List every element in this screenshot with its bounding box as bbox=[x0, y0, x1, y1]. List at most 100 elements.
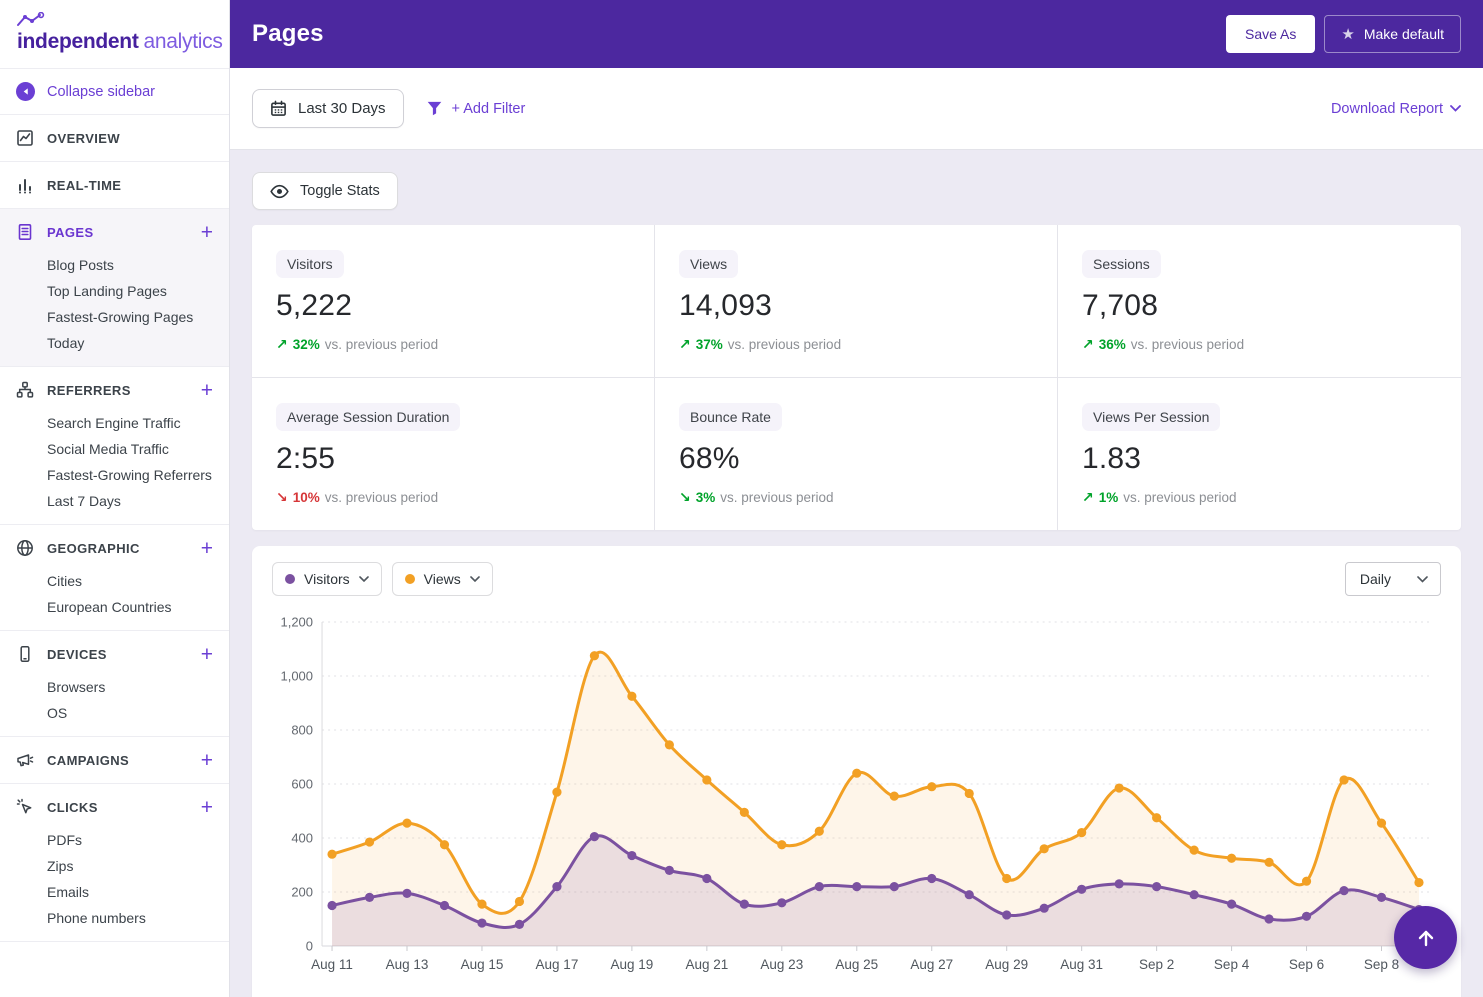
trend-percent: 10% bbox=[292, 490, 320, 505]
pages-icon bbox=[16, 223, 34, 241]
clicks-subitems: PDFs Zips Emails Phone numbers bbox=[0, 830, 229, 941]
views-metric-dropdown[interactable]: Views bbox=[391, 562, 493, 596]
save-as-button[interactable]: Save As bbox=[1226, 15, 1316, 53]
visitors-data-point bbox=[402, 888, 412, 898]
trend-percent: 37% bbox=[695, 337, 723, 352]
add-referrers-report-button[interactable]: + bbox=[201, 380, 213, 401]
sidebar-item-last-7-days[interactable]: Last 7 Days bbox=[47, 493, 213, 509]
sidebar-item-top-landing-pages[interactable]: Top Landing Pages bbox=[47, 283, 213, 299]
sidebar-item-realtime[interactable]: REAL-TIME bbox=[0, 162, 229, 208]
add-filter-button[interactable]: + Add Filter bbox=[426, 100, 526, 117]
sidebar-item-search-engine-traffic[interactable]: Search Engine Traffic bbox=[47, 415, 213, 431]
stat-change: ↗ 37% vs. previous period bbox=[679, 336, 1033, 353]
add-devices-report-button[interactable]: + bbox=[201, 644, 213, 665]
trend-percent: 32% bbox=[292, 337, 320, 352]
sidebar-item-cities[interactable]: Cities bbox=[47, 573, 213, 589]
make-default-label: Make default bbox=[1363, 26, 1444, 42]
views-data-point bbox=[627, 691, 637, 701]
add-pages-report-button[interactable]: + bbox=[201, 222, 213, 243]
date-range-button[interactable]: Last 30 Days bbox=[252, 89, 404, 128]
chart-svg: 02004006008001,0001,200Aug 11 Aug 13 Aug 1… bbox=[280, 615, 1431, 972]
views-data-point bbox=[814, 826, 824, 836]
sidebar-item-label: REFERRERS bbox=[47, 382, 131, 398]
toggle-stats-label: Toggle Stats bbox=[300, 183, 380, 199]
views-data-point bbox=[852, 768, 862, 778]
svg-text:800: 800 bbox=[291, 723, 313, 738]
sidebar: independent analytics Collapse sidebar O… bbox=[0, 0, 230, 997]
toggle-stats-button[interactable]: Toggle Stats bbox=[252, 172, 398, 210]
svg-text:Aug 11: Aug 11 bbox=[311, 957, 353, 972]
sidebar-item-zips[interactable]: Zips bbox=[47, 858, 213, 874]
download-report-button[interactable]: Download Report bbox=[1331, 101, 1461, 117]
sidebar-item-emails[interactable]: Emails bbox=[47, 884, 213, 900]
sidebar-item-phone-numbers[interactable]: Phone numbers bbox=[47, 910, 213, 926]
stat-card-avg-session-duration: Average Session Duration 2:55 ↘ 10% vs. … bbox=[252, 378, 655, 530]
add-campaigns-report-button[interactable]: + bbox=[201, 750, 213, 771]
svg-text:Aug 21: Aug 21 bbox=[685, 957, 728, 972]
sidebar-item-social-media-traffic[interactable]: Social Media Traffic bbox=[47, 441, 213, 457]
sidebar-item-today[interactable]: Today bbox=[47, 335, 213, 351]
stat-card-views: Views 14,093 ↗ 37% vs. previous period bbox=[655, 225, 1058, 378]
trend-percent: 36% bbox=[1098, 337, 1126, 352]
svg-text:Aug 27: Aug 27 bbox=[910, 957, 953, 972]
visitors-data-point bbox=[477, 918, 487, 928]
sidebar-item-fastest-growing-referrers[interactable]: Fastest-Growing Referrers bbox=[47, 467, 213, 483]
stats-grid: Visitors 5,222 ↗ 32% vs. previous period… bbox=[252, 225, 1461, 530]
main-panel: Pages Save As ★ Make default Last 30 Day… bbox=[230, 0, 1483, 997]
make-default-button[interactable]: ★ Make default bbox=[1324, 15, 1461, 53]
sidebar-item-blog-posts[interactable]: Blog Posts bbox=[47, 257, 213, 273]
views-data-point bbox=[1077, 828, 1087, 838]
collapse-sidebar-button[interactable]: Collapse sidebar bbox=[0, 69, 229, 115]
sidebar-item-label: GEOGRAPHIC bbox=[47, 540, 140, 556]
sidebar-item-referrers[interactable]: REFERRERS + bbox=[0, 367, 229, 413]
sidebar-item-campaigns[interactable]: CAMPAIGNS + bbox=[0, 737, 229, 783]
sidebar-item-os[interactable]: OS bbox=[47, 705, 213, 721]
devices-subitems: Browsers OS bbox=[0, 677, 229, 736]
stat-value: 2:55 bbox=[276, 442, 336, 475]
interval-select[interactable]: Daily bbox=[1344, 562, 1441, 596]
views-data-point bbox=[1002, 873, 1012, 884]
sidebar-group-devices: DEVICES + Browsers OS bbox=[0, 631, 229, 737]
visitors-data-point bbox=[1301, 911, 1312, 921]
sidebar-item-overview[interactable]: OVERVIEW bbox=[0, 115, 229, 161]
sidebar-item-european-countries[interactable]: European Countries bbox=[47, 599, 213, 615]
sidebar-item-devices[interactable]: DEVICES + bbox=[0, 631, 229, 677]
chevron-down-icon bbox=[1417, 575, 1428, 583]
stat-card-sessions: Sessions 7,708 ↗ 36% vs. previous period bbox=[1058, 225, 1461, 378]
page-header: Pages Save As ★ Make default bbox=[230, 0, 1483, 68]
add-clicks-report-button[interactable]: + bbox=[201, 797, 213, 818]
views-data-point bbox=[702, 775, 712, 785]
report-toolbar: Last 30 Days + Add Filter Download Repor… bbox=[230, 68, 1483, 150]
brand-name-bold: independent bbox=[17, 30, 139, 53]
visitors-data-point bbox=[852, 882, 862, 892]
stat-change: ↗ 36% vs. previous period bbox=[1082, 336, 1437, 353]
sidebar-item-clicks[interactable]: CLICKS + bbox=[0, 784, 229, 830]
views-data-point bbox=[514, 896, 525, 907]
sidebar-item-geographic[interactable]: GEOGRAPHIC + bbox=[0, 525, 229, 571]
chart-toolbar: Visitors Views Daily bbox=[272, 562, 1441, 596]
sidebar-group-pages: PAGES + Blog Posts Top Landing Pages Fas… bbox=[0, 209, 229, 367]
trend-suffix: vs. previous period bbox=[324, 490, 439, 505]
stat-value: 7,708 bbox=[1082, 289, 1159, 322]
download-report-label: Download Report bbox=[1330, 100, 1443, 117]
views-data-point bbox=[327, 849, 337, 859]
sidebar-item-fastest-growing-pages[interactable]: Fastest-Growing Pages bbox=[47, 309, 213, 325]
calendar-icon bbox=[270, 100, 287, 117]
device-icon bbox=[16, 645, 34, 663]
views-data-point bbox=[889, 791, 899, 801]
sidebar-group-clicks: CLICKS + PDFs Zips Emails Phone numbers bbox=[0, 784, 229, 942]
sidebar-group-referrers: REFERRERS + Search Engine Traffic Social… bbox=[0, 367, 229, 525]
add-filter-label: + Add Filter bbox=[451, 100, 526, 117]
sidebar-item-pdfs[interactable]: PDFs bbox=[47, 832, 213, 848]
sidebar-item-browsers[interactable]: Browsers bbox=[47, 679, 213, 695]
svg-text:0: 0 bbox=[306, 939, 313, 954]
svg-text:1,000: 1,000 bbox=[280, 669, 313, 684]
sidebar-item-pages[interactable]: PAGES + bbox=[0, 209, 229, 255]
scroll-to-top-button[interactable] bbox=[1394, 906, 1457, 969]
views-data-point bbox=[1152, 813, 1162, 823]
add-geographic-report-button[interactable]: + bbox=[201, 538, 213, 559]
star-icon: ★ bbox=[1341, 25, 1355, 43]
visitors-metric-dropdown[interactable]: Visitors bbox=[272, 562, 382, 596]
visitors-data-point bbox=[514, 919, 525, 929]
visitors-data-point bbox=[1189, 890, 1199, 900]
